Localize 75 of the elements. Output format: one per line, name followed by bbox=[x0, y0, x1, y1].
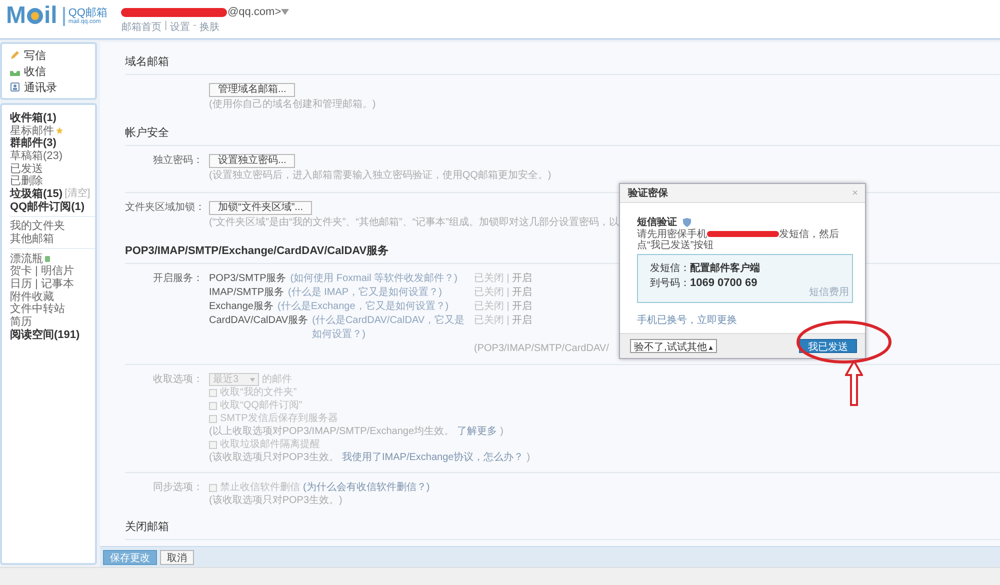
other-methods-button[interactable]: 验不了,试试其他 ▴ bbox=[630, 339, 717, 353]
settings-button[interactable]: 加锁“文件夹区域”... bbox=[209, 201, 312, 215]
nav-separator: - bbox=[193, 20, 196, 33]
status-separator: | bbox=[506, 273, 510, 284]
sms-number: 到号码：1069 0700 69 bbox=[650, 276, 758, 291]
field-note: (设置独立密码后，进入邮箱需要输入独立密码验证，使用QQ邮箱更加安全。) bbox=[209, 168, 552, 183]
folder-item[interactable]: 群邮件(3) bbox=[10, 136, 95, 150]
service-status: 已关闭 bbox=[474, 301, 504, 312]
folder-item[interactable]: 文件中转站 bbox=[10, 302, 95, 316]
account-address: @qq.com> bbox=[227, 6, 282, 18]
sidebar-action[interactable]: 写信 bbox=[10, 47, 95, 63]
option-note: (以上收取选项对POP3/IMAP/SMTP/Exchange均生效。 bbox=[209, 425, 454, 438]
service-status: 已关闭 bbox=[474, 273, 504, 284]
folder-item[interactable]: 我的文件夹 bbox=[10, 220, 95, 232]
cancel-button[interactable]: 取消 bbox=[160, 550, 194, 564]
checkbox-label: 收取“我的文件夹” bbox=[220, 386, 297, 399]
option-note: ) bbox=[526, 451, 530, 464]
section-title: 域名邮箱 bbox=[125, 54, 1000, 75]
folder-item[interactable]: 贺卡 | 明信片 bbox=[10, 264, 95, 278]
checkbox-label: 禁止收信软件删信 bbox=[220, 481, 300, 494]
field-label: 收取选项： bbox=[152, 373, 203, 387]
service-name: CardDAV/CalDAV服务 bbox=[209, 314, 308, 328]
section-title: 帐户安全 bbox=[125, 125, 1000, 146]
status-separator: | bbox=[506, 301, 510, 312]
folder-item[interactable]: QQ邮件订阅(1) bbox=[10, 200, 95, 212]
field-note: (“文件夹区域”是由“我的文件夹”、“其他邮箱”、“记事本”组成。加锁即对这几部分设置密码，以 bbox=[209, 216, 619, 230]
status-separator: | bbox=[506, 287, 510, 298]
confirm-sent-button[interactable]: 我已发送 bbox=[799, 339, 857, 353]
folder-item[interactable]: 已删除 bbox=[10, 174, 95, 188]
folder-item[interactable]: 漂流瓶 bbox=[10, 252, 95, 265]
sidebar-action[interactable]: 通讯录 bbox=[10, 79, 95, 95]
folder-item[interactable]: 其他邮箱 bbox=[10, 232, 95, 245]
sms-content: 发短信：配置邮件客户端 bbox=[650, 262, 761, 276]
option-note: (该收取选项只对POP3生效。 bbox=[209, 451, 340, 464]
folder-item[interactable]: 已发送 bbox=[10, 162, 95, 174]
field-note: (使用你自己的域名创建和管理邮箱。) bbox=[209, 98, 376, 112]
option-note: ) bbox=[500, 425, 504, 438]
folder-item[interactable]: 收件箱(1) bbox=[10, 111, 95, 124]
section-title: 关闭邮箱 bbox=[125, 519, 1000, 540]
service-status: 已关闭 bbox=[474, 287, 504, 298]
service-status: 已关闭 bbox=[474, 315, 504, 326]
nav-separator: | bbox=[164, 20, 168, 33]
folder-item[interactable]: 垃圾箱(15) [清空] bbox=[10, 187, 95, 200]
field-label: 同步选项： bbox=[152, 481, 203, 495]
checkbox-label: 收取“QQ邮件订阅” bbox=[220, 399, 302, 412]
checkbox-label: SMTP发信后保存到服务器 bbox=[220, 412, 338, 425]
service-note: (POP3/IMAP/SMTP/CardDAV/ bbox=[474, 342, 609, 356]
select-suffix: 的邮件 bbox=[262, 373, 292, 386]
service-name: Exchange服务 bbox=[209, 300, 274, 314]
brand-name: QQ邮箱 bbox=[68, 7, 108, 19]
field-label: 独立密码： bbox=[152, 154, 203, 168]
service-name: IMAP/SMTP服务 bbox=[209, 286, 284, 300]
folder-item[interactable]: 简历 bbox=[10, 315, 95, 328]
folder-item[interactable]: 附件收藏 bbox=[10, 290, 95, 303]
sidebar-action[interactable]: 收信 bbox=[10, 63, 95, 79]
settings-button[interactable]: 管理域名邮箱... bbox=[209, 83, 296, 97]
folder-item[interactable]: 星标邮件 bbox=[10, 124, 95, 136]
folder-item[interactable]: 草稿箱(23) bbox=[10, 149, 95, 162]
logo-text: M bbox=[6, 4, 26, 28]
nav-link[interactable]: 设置 bbox=[170, 20, 190, 34]
folder-item[interactable]: 阅读空间(191) bbox=[10, 328, 95, 341]
logo-text: il bbox=[44, 4, 58, 28]
checkbox-label: 收取垃圾邮件隔离提醒 bbox=[220, 438, 320, 451]
status-separator: | bbox=[506, 315, 510, 326]
field-label: 开启服务： bbox=[152, 272, 203, 286]
field-label: 文件夹区域加锁： bbox=[125, 201, 203, 215]
change-phone-link[interactable]: 手机已换号，立即更换 bbox=[637, 313, 853, 327]
service-name: POP3/SMTP服务 bbox=[209, 272, 286, 286]
nav-link[interactable]: 邮箱首页 bbox=[121, 20, 162, 34]
settings-button[interactable]: 设置独立密码... bbox=[209, 154, 296, 168]
folder-item[interactable]: 日历 | 记事本 bbox=[10, 277, 95, 290]
option-note: (该收取选项只对POP3生效。) bbox=[209, 494, 342, 507]
nav-link[interactable]: 换肤 bbox=[199, 20, 220, 34]
dialog-title: 验证密保 bbox=[628, 186, 668, 200]
dialog-heading: 短信验证 bbox=[637, 216, 677, 228]
